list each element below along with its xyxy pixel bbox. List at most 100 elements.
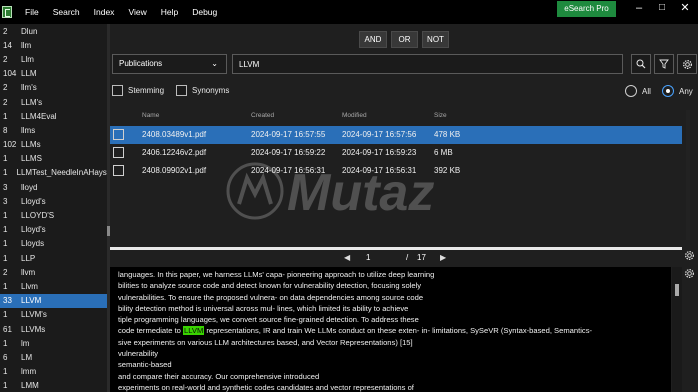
- term-list-item[interactable]: 104 LLM: [0, 67, 109, 81]
- filter-button[interactable]: [654, 54, 674, 74]
- menu-help[interactable]: Help: [154, 0, 185, 24]
- term-list-item[interactable]: 1 LLMTest_NeedleInAHayst: [0, 166, 109, 180]
- term-count: 1: [3, 310, 8, 320]
- term-count: 1: [3, 154, 8, 164]
- term-count: 61: [3, 324, 12, 334]
- term-list-item[interactable]: 2 Llm: [0, 52, 109, 66]
- page-separator: /: [406, 253, 409, 262]
- term-list-item[interactable]: 6 LM: [0, 350, 109, 364]
- field-select[interactable]: Publications ⌄: [112, 54, 227, 74]
- term-list-item[interactable]: 2 Dlun: [0, 24, 109, 38]
- and-button[interactable]: AND: [359, 31, 387, 48]
- synonyms-option[interactable]: Synonyms: [176, 85, 229, 96]
- search-icon: [636, 59, 646, 69]
- esearch-pro-button[interactable]: eSearch Pro: [557, 1, 616, 17]
- term-list-item[interactable]: 1 Llvm: [0, 279, 109, 293]
- cell-size: 478 KB: [434, 130, 461, 139]
- term-list-item[interactable]: 1 lmm: [0, 365, 109, 379]
- synonyms-checkbox[interactable]: [176, 85, 187, 96]
- menu-view[interactable]: View: [121, 0, 153, 24]
- close-icon[interactable]: ✕: [678, 2, 692, 14]
- search-button[interactable]: [631, 54, 651, 74]
- term-label: lloyd: [21, 182, 38, 192]
- term-count: 14: [3, 40, 12, 50]
- preview-line: and compare their accuracy. Our comprehe…: [118, 371, 320, 381]
- minimize-icon[interactable]: –: [632, 2, 646, 14]
- term-label: LMM: [21, 381, 39, 391]
- stemming-label: Stemming: [128, 86, 165, 95]
- prev-page-icon[interactable]: ◀: [344, 253, 350, 262]
- term-label: LLMS: [21, 154, 42, 164]
- term-list-item[interactable]: 2 llvm: [0, 265, 109, 279]
- term-list-item[interactable]: 1 Lloyds: [0, 237, 109, 251]
- term-list-item[interactable]: 14 llm: [0, 38, 109, 52]
- all-radio[interactable]: [625, 85, 637, 97]
- settings-button[interactable]: [677, 54, 697, 74]
- row-checkbox[interactable]: [113, 147, 124, 158]
- term-list-item[interactable]: 1 LLMS: [0, 152, 109, 166]
- all-option[interactable]: All: [625, 85, 651, 97]
- term-label: lmm: [21, 367, 37, 377]
- term-label: LLM4Eval: [21, 111, 57, 121]
- field-select-value: Publications: [119, 59, 163, 68]
- term-list-item[interactable]: 1 LMM: [0, 379, 109, 392]
- term-list-item[interactable]: 8 llms: [0, 123, 109, 137]
- term-label: Lloyd's: [21, 196, 46, 206]
- menu-index[interactable]: Index: [87, 0, 122, 24]
- or-button[interactable]: OR: [391, 31, 418, 48]
- term-list-item[interactable]: 1 LLVM's: [0, 308, 109, 322]
- term-list-item[interactable]: 2 LLM's: [0, 95, 109, 109]
- any-radio[interactable]: [662, 85, 674, 97]
- term-list-item[interactable]: 33 LLVM: [0, 293, 109, 308]
- results-scrollbar[interactable]: [686, 110, 690, 240]
- term-label: LLVM's: [21, 310, 47, 320]
- term-label: Dlun: [21, 26, 38, 36]
- watermark-text: Mutaz: [287, 164, 434, 222]
- menu-debug[interactable]: Debug: [185, 0, 224, 24]
- menu-search[interactable]: Search: [46, 0, 87, 24]
- cell-name: 2408.03489v1.pdf: [142, 130, 207, 139]
- term-label: LM: [21, 352, 33, 362]
- preview-settings-button[interactable]: [684, 250, 695, 263]
- term-list-item[interactable]: 1 Lloyd's: [0, 223, 109, 237]
- term-list-item[interactable]: 61 LLVMs: [0, 322, 109, 336]
- term-list-item[interactable]: 1 LLP: [0, 251, 109, 265]
- preview-options-button[interactable]: [684, 268, 695, 281]
- any-option[interactable]: Any: [662, 85, 693, 97]
- column-name[interactable]: Name: [142, 112, 159, 119]
- menu-file[interactable]: File: [18, 0, 46, 24]
- cell-modified: 2024-09-17 16:57:56: [342, 130, 417, 139]
- stemming-checkbox[interactable]: [112, 85, 123, 96]
- term-list-item[interactable]: 3 lloyd: [0, 180, 109, 194]
- term-list-item[interactable]: 1 lm: [0, 336, 109, 350]
- maximize-icon[interactable]: □: [655, 2, 669, 14]
- table-row[interactable]: 2408.03489v1.pdf 2024-09-17 16:57:55 2024-…: [110, 126, 682, 144]
- stemming-option[interactable]: Stemming: [112, 85, 164, 96]
- row-checkbox[interactable]: [113, 165, 124, 176]
- preview-line: bilities to analyze source code and dete…: [118, 281, 422, 291]
- preview-scroll-thumb[interactable]: [675, 284, 679, 296]
- any-label: Any: [679, 86, 693, 96]
- not-button[interactable]: NOT: [422, 31, 449, 48]
- term-count: 1: [3, 225, 8, 235]
- term-list-scroll-thumb[interactable]: [107, 226, 110, 236]
- row-checkbox[interactable]: [113, 129, 124, 140]
- term-list-item[interactable]: 1 LLOYD'S: [0, 208, 109, 222]
- term-list-item[interactable]: 3 Lloyd's: [0, 194, 109, 208]
- next-page-icon[interactable]: ▶: [440, 253, 446, 262]
- term-list-item[interactable]: 1 LLM4Eval: [0, 109, 109, 123]
- cell-created: 2024-09-17 16:57:55: [251, 130, 326, 139]
- term-label: LLOYD'S: [21, 211, 55, 221]
- results-table-header: Name Created Modified Size: [110, 110, 682, 123]
- cell-name: 2406.12246v2.pdf: [142, 148, 207, 157]
- current-page[interactable]: 1: [366, 253, 370, 262]
- preview-line: bility detection method is universal acr…: [118, 303, 409, 313]
- term-list-item[interactable]: 102 LLMs: [0, 138, 109, 152]
- term-label: Llvm: [21, 281, 38, 291]
- column-size[interactable]: Size: [434, 112, 447, 119]
- term-count: 2: [3, 267, 8, 277]
- search-input[interactable]: [232, 54, 623, 74]
- term-list-item[interactable]: 2 llm's: [0, 81, 109, 95]
- column-created[interactable]: Created: [251, 112, 274, 119]
- column-modified[interactable]: Modified: [342, 112, 367, 119]
